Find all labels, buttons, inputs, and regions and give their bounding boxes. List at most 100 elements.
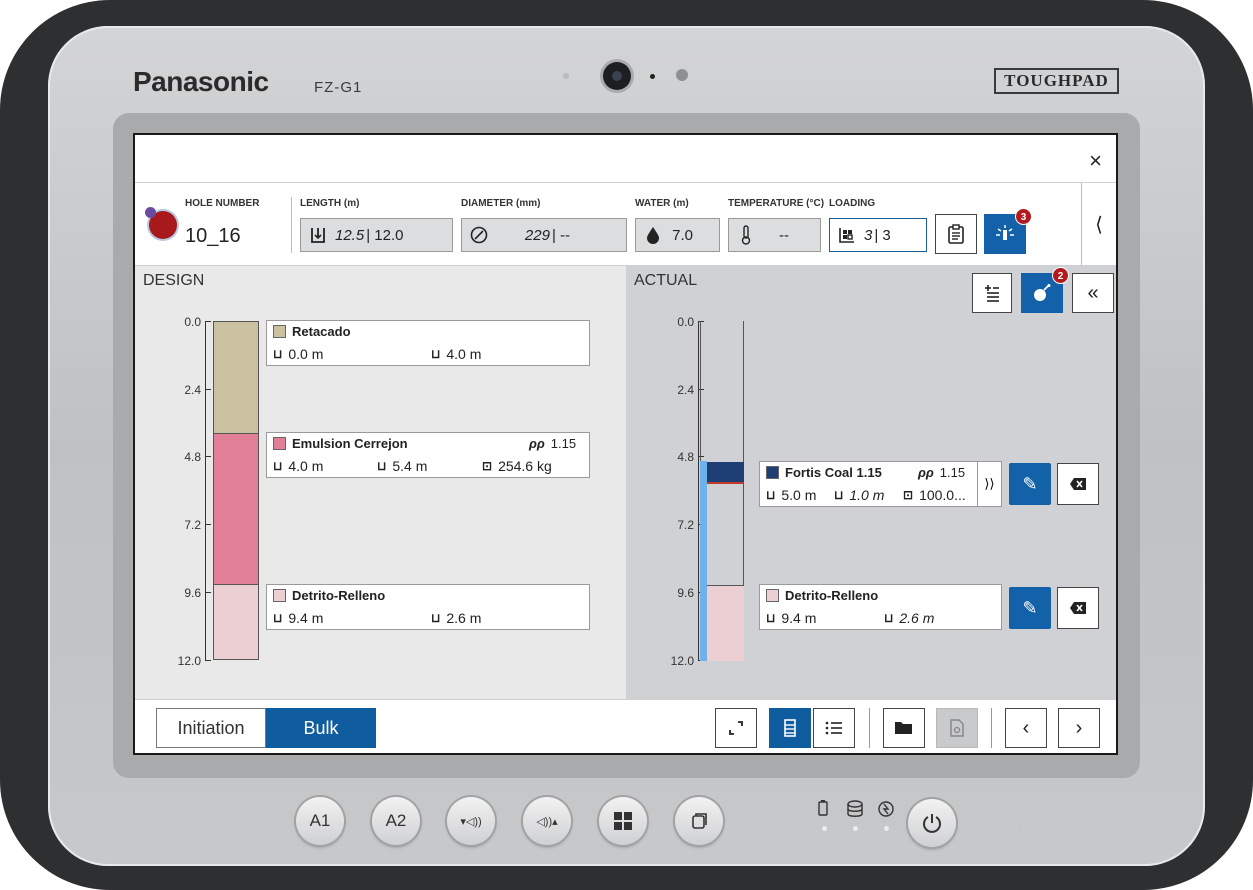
layer-from: 0.0 m <box>288 346 324 362</box>
list-icon <box>825 721 842 735</box>
backspace-icon <box>1070 602 1086 614</box>
actual-layer-bar[interactable] <box>707 585 744 661</box>
layer-from: 4.0 m <box>288 458 324 474</box>
temperature-field: -- <box>728 218 821 252</box>
design-layer-bar[interactable] <box>213 433 259 585</box>
power-button[interactable] <box>908 799 956 847</box>
water-label: WATER (m) <box>635 198 689 209</box>
delete-layer-button[interactable] <box>1057 587 1099 629</box>
design-layer-card[interactable]: Emulsion Cerrejon ρρ 1.15 ⊔ 4.0 m ⊔ 5.4 m ⊡… <box>266 432 590 478</box>
hole-number-value: 10_16 <box>185 225 241 247</box>
loading-icon <box>838 226 856 244</box>
design-layer-card[interactable]: Retacado ⊔ 0.0 m ⊔ 4.0 m <box>266 320 590 366</box>
charge-badge: 2 <box>1052 267 1069 284</box>
list-view-button[interactable] <box>813 708 855 748</box>
edit-layer-button[interactable]: ✎ <box>1009 463 1051 505</box>
actual-axis <box>698 321 699 661</box>
add-list-icon <box>985 285 999 302</box>
status-led <box>884 826 889 831</box>
bottom-toolbar: Initiation Bulk ‹ › <box>135 699 1116 753</box>
layer-from: 9.4 m <box>781 610 817 626</box>
expand-view-button[interactable] <box>715 708 757 748</box>
diameter-actual-value: | -- <box>551 226 570 244</box>
layer-length-icon: ⊔ <box>431 347 441 361</box>
hw-a2-button[interactable]: A2 <box>372 797 420 845</box>
chevron-right-icon: › <box>1075 716 1083 739</box>
thermometer-icon <box>737 225 755 245</box>
add-layer-button[interactable] <box>972 273 1012 313</box>
rotation-lock-button[interactable] <box>675 797 723 845</box>
charge-button[interactable]: 2 <box>1021 267 1069 313</box>
close-icon[interactable]: × <box>1089 148 1102 174</box>
design-axis-label: 2.4 <box>184 383 201 397</box>
blast-alert-icon <box>996 225 1014 240</box>
depth-from-icon: ⊔ <box>766 611 776 625</box>
status-led <box>853 826 858 831</box>
design-layer-card[interactable]: Detrito-Relleno ⊔ 9.4 m ⊔ 2.6 m <box>266 584 590 630</box>
layer-length-icon: ⊔ <box>431 611 441 625</box>
windows-icon <box>614 812 632 830</box>
tab-initiation[interactable]: Initiation <box>156 708 266 748</box>
document-icon <box>950 719 964 737</box>
double-chevron-left-icon: « <box>1087 281 1099 304</box>
side-panel-toggle[interactable]: ⟨ <box>1081 183 1116 266</box>
design-layer-bar[interactable] <box>213 584 259 660</box>
loading-label: LOADING <box>829 198 876 209</box>
actual-axis-label: 4.8 <box>677 450 694 464</box>
actual-layer-bar[interactable] <box>707 462 744 484</box>
layer-name: Emulsion Cerrejon <box>292 436 408 451</box>
weight-icon: ⊡ <box>903 488 914 502</box>
expand-layer-button[interactable]: ⟩⟩ <box>977 461 1002 507</box>
layer-density: 1.15 <box>550 436 577 451</box>
report-button[interactable] <box>936 708 978 748</box>
design-axis <box>205 321 206 661</box>
length-actual-value: | 12.0 <box>366 226 404 244</box>
loading-field[interactable]: 3 | 3 <box>829 218 927 252</box>
rotation-lock-icon <box>692 813 707 829</box>
edit-layer-button[interactable]: ✎ <box>1009 587 1051 629</box>
sensor-dot <box>676 69 688 81</box>
water-field: 7.0 <box>635 218 720 252</box>
layer-length: 4.0 m <box>446 346 482 362</box>
layer-swatch <box>766 589 779 602</box>
clipboard-button[interactable] <box>935 214 977 254</box>
open-folder-button[interactable] <box>883 708 925 748</box>
volume-down-button[interactable]: ▾◁)) <box>447 797 495 845</box>
chevron-left-icon: ‹ <box>1022 716 1030 739</box>
hole-info-bar: HOLE NUMBER 10_16 LENGTH (m) 12.5 | 12.0 … <box>135 183 1116 266</box>
alerts-button[interactable]: 3 <box>984 208 1032 254</box>
temperature-value: -- <box>779 226 789 244</box>
next-button[interactable]: › <box>1058 708 1100 748</box>
windows-button[interactable] <box>599 797 647 845</box>
design-axis-label: 7.2 <box>184 518 201 532</box>
previous-button[interactable]: ‹ <box>1005 708 1047 748</box>
column-view-button[interactable] <box>769 708 811 748</box>
actual-layer-card[interactable]: Fortis Coal 1.15 ρρ 1.15 ⊔ 5.0 m ⊔ 1.0 m ⊡ 1… <box>759 461 977 507</box>
water-value: 7.0 <box>672 226 693 244</box>
collapse-design-button[interactable]: « <box>1072 273 1114 313</box>
tab-bulk[interactable]: Bulk <box>266 708 376 748</box>
hole-depth-icon <box>309 226 327 244</box>
storage-icon <box>846 800 864 821</box>
layer-length: 2.6 m <box>446 610 482 626</box>
design-title: DESIGN <box>143 272 205 289</box>
hw-a1-button[interactable]: A1 <box>296 797 344 845</box>
actual-axis-label: 12.0 <box>670 654 694 668</box>
design-layer-bar[interactable] <box>213 321 259 434</box>
backspace-icon <box>1070 478 1086 490</box>
device-brand: Panasonic <box>133 66 269 97</box>
actual-title: ACTUAL <box>634 272 698 289</box>
power-status-icon <box>877 800 895 821</box>
actual-layer-card[interactable]: Detrito-Relleno ⊔ 9.4 m ⊔ 2.6 m <box>759 584 1002 630</box>
diameter-design-value: 229 <box>524 226 550 244</box>
layer-swatch <box>273 325 286 338</box>
water-drop-icon <box>644 226 662 244</box>
layer-from: 9.4 m <box>288 610 324 626</box>
depth-from-icon: ⊔ <box>273 611 283 625</box>
device-model: FZ-G1 <box>314 79 363 96</box>
divider <box>869 708 870 748</box>
expand-icon <box>729 721 743 735</box>
delete-layer-button[interactable] <box>1057 463 1099 505</box>
water-level-bar <box>700 461 707 661</box>
volume-up-button[interactable]: ◁))▴ <box>523 797 571 845</box>
